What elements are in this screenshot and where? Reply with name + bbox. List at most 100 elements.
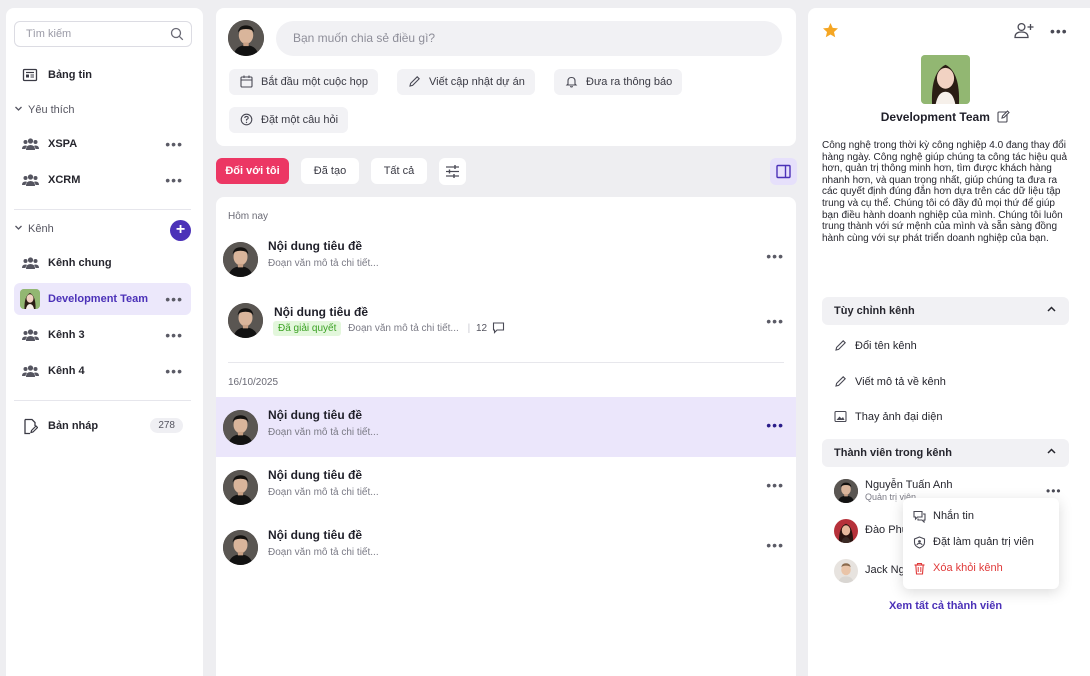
- item-description: Đoạn văn mô tả chi tiết...: [268, 487, 379, 498]
- sidebar-item-label: Kênh chung: [48, 257, 112, 269]
- avatar: [228, 303, 263, 338]
- tab-created[interactable]: Đã tạo: [301, 158, 359, 184]
- avatar: [223, 410, 258, 445]
- sidebar-panel-icon: [776, 164, 791, 182]
- item-description: Đoạn văn mô tả chi tiết...: [348, 323, 459, 334]
- image-icon: [834, 410, 847, 426]
- list-item[interactable]: Nội dung tiêu đề Đoạn văn mô tả chi tiết…: [216, 517, 796, 577]
- pencil-icon: [408, 75, 421, 91]
- more-options-icon[interactable]: •••: [766, 248, 784, 264]
- channel-members-header[interactable]: Thành viên trong kênh: [822, 439, 1069, 467]
- channel-avatar: [20, 289, 40, 309]
- sidebar-item-news[interactable]: Bảng tin: [14, 59, 191, 91]
- favorites-section-header[interactable]: Yêu thích: [14, 104, 74, 116]
- group-icon: [22, 255, 39, 271]
- comment-icon[interactable]: [492, 321, 505, 337]
- sidebar-item-xspa[interactable]: XSPA •••: [14, 128, 191, 160]
- more-options-icon[interactable]: •••: [1046, 484, 1062, 498]
- menu-item-remove[interactable]: Xóa khỏi kênh: [933, 562, 1003, 574]
- customize-channel-header[interactable]: Tùy chỉnh kênh: [822, 297, 1069, 325]
- more-options-icon[interactable]: •••: [165, 291, 183, 307]
- sliders-icon: [445, 164, 460, 182]
- channel-avatar: [921, 55, 970, 104]
- search-input[interactable]: Tìm kiếm: [26, 28, 71, 40]
- item-description: Đoạn văn mô tả chi tiết...: [268, 427, 379, 438]
- more-options-icon[interactable]: •••: [766, 477, 784, 493]
- item-title: Nội dung tiêu đề: [268, 528, 362, 542]
- sidebar-item-label: Bảng tin: [48, 69, 92, 81]
- more-options-icon[interactable]: •••: [165, 327, 183, 343]
- draft-count-badge: 278: [150, 418, 183, 433]
- toggle-panel-button[interactable]: [770, 158, 797, 185]
- add-member-icon[interactable]: [1014, 22, 1034, 42]
- member-name: Nguyễn Tuấn Anh: [865, 479, 953, 491]
- more-options-icon[interactable]: •••: [1050, 23, 1068, 39]
- chevron-down-icon: [14, 104, 24, 116]
- channel-description: Công nghệ trong thời kỳ công nghiệp 4.0 …: [822, 140, 1068, 244]
- avatar: [223, 530, 258, 565]
- add-channel-button[interactable]: +: [170, 220, 191, 241]
- draft-edit-icon: [22, 418, 39, 435]
- share-input[interactable]: Bạn muốn chia sẻ điều gì?: [276, 21, 782, 56]
- newspaper-icon: [22, 67, 38, 83]
- tab-for-me[interactable]: Đối với tôi: [216, 158, 289, 184]
- sidebar-item-general-channel[interactable]: Kênh chung: [14, 247, 191, 279]
- more-options-icon[interactable]: •••: [766, 537, 784, 553]
- sidebar-item-development-team[interactable]: Development Team •••: [14, 283, 191, 315]
- date-group-label: 16/10/2025: [228, 377, 279, 388]
- avatar: [834, 519, 858, 543]
- list-item[interactable]: Nội dung tiêu đề Đoạn văn mô tả chi tiết…: [216, 228, 796, 288]
- member-name: Jack Ng: [865, 564, 905, 576]
- sidebar-item-label: Kênh 4: [48, 365, 85, 377]
- chip-label: Bắt đầu một cuộc họp: [261, 76, 369, 88]
- star-icon[interactable]: [822, 22, 839, 42]
- tab-all[interactable]: Tất cả: [371, 158, 427, 184]
- sidebar-item-channel-3[interactable]: Kênh 3 •••: [14, 319, 191, 351]
- ask-question-button[interactable]: Đặt một câu hỏi: [229, 107, 349, 133]
- more-options-icon[interactable]: •••: [165, 363, 183, 379]
- filter-settings-button[interactable]: [439, 158, 466, 185]
- resolved-badge: Đã giải quyết: [273, 321, 342, 336]
- divider: [14, 400, 191, 401]
- more-options-icon[interactable]: •••: [165, 172, 183, 188]
- list-item[interactable]: Nội dung tiêu đề Đã giải quyết Đoạn văn …: [216, 291, 796, 359]
- sidebar-item-label: Kênh 3: [48, 329, 85, 341]
- start-meeting-button[interactable]: Bắt đầu một cuộc họp: [229, 69, 379, 95]
- section-label: Yêu thích: [28, 104, 75, 116]
- chip-label: Đưa ra thông báo: [586, 76, 673, 88]
- avatar: [834, 479, 858, 503]
- list-item[interactable]: Nội dung tiêu đề Đoạn văn mô tả chi tiết…: [216, 457, 796, 517]
- left-sidebar: Tìm kiếm Bảng tin Yêu thích XSPA ••• XCR…: [6, 8, 203, 676]
- divider: [14, 209, 191, 210]
- project-update-button[interactable]: Viết cập nhật dự án: [397, 69, 535, 95]
- more-options-icon[interactable]: •••: [766, 313, 784, 329]
- edit-icon[interactable]: [997, 110, 1011, 126]
- trash-icon: [913, 562, 926, 578]
- search-icon[interactable]: [170, 27, 184, 44]
- list-item-selected[interactable]: Nội dung tiêu đề Đoạn văn mô tả chi tiết…: [216, 397, 796, 457]
- more-options-icon[interactable]: •••: [766, 417, 784, 433]
- chip-label: Viết cập nhật dự án: [429, 76, 525, 88]
- sidebar-item-drafts[interactable]: Bản nháp 278: [14, 410, 191, 442]
- group-icon: [22, 172, 39, 188]
- accordion-label: Tùy chỉnh kênh: [834, 305, 915, 317]
- sidebar-item-channel-4[interactable]: Kênh 4 •••: [14, 355, 191, 387]
- more-options-icon[interactable]: •••: [165, 136, 183, 152]
- item-meta: Đã giải quyết Đoạn văn mô tả chi tiết...…: [273, 321, 505, 337]
- sidebar-item-xcrm[interactable]: XCRM •••: [14, 164, 191, 196]
- announcement-button[interactable]: Đưa ra thông báo: [554, 69, 683, 95]
- item-title: Nội dung tiêu đề: [268, 408, 362, 422]
- search-box[interactable]: Tìm kiếm: [14, 21, 192, 47]
- date-group-label: Hôm nay: [228, 211, 269, 222]
- member-context-menu: Nhắn tin Đặt làm quản trị viên Xóa khỏi …: [903, 498, 1059, 589]
- option-label: Thay ảnh đại diện: [855, 411, 943, 423]
- section-label: Kênh: [28, 223, 54, 235]
- channels-section-header[interactable]: Kênh: [14, 223, 54, 235]
- see-all-members-link[interactable]: Xem tất cả thành viên: [808, 600, 1083, 612]
- avatar: [223, 242, 258, 277]
- menu-item-make-admin[interactable]: Đặt làm quản trị viên: [933, 536, 1034, 548]
- group-icon: [22, 136, 39, 152]
- pencil-icon: [834, 375, 847, 391]
- pencil-icon: [834, 339, 847, 355]
- menu-item-message[interactable]: Nhắn tin: [933, 510, 974, 522]
